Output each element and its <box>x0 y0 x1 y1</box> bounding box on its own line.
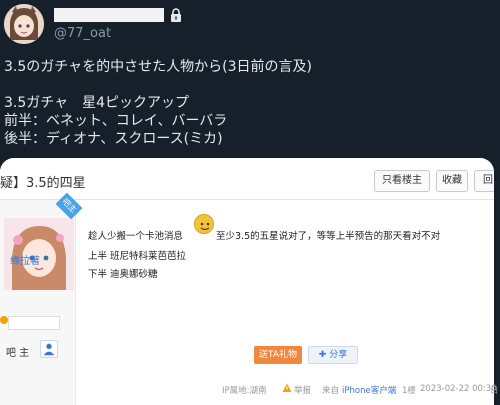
share-label: 分享 <box>329 350 348 360</box>
collect-button: 收藏 <box>436 170 468 192</box>
more-button: 回 <box>474 170 494 192</box>
thread-title: 疑】3.5的四星 <box>0 176 86 191</box>
emoji-icon <box>194 214 214 234</box>
post-text: 趁人少搬一个卡池消息 <box>88 231 184 242</box>
host-label: 吧 主 <box>6 348 30 359</box>
post-text: 上半 班尼特科莱芭芭拉 <box>88 251 187 262</box>
post-datetime: 2023-02-22 00:30 <box>420 384 497 394</box>
client-link: iPhone客户端 <box>342 384 396 396</box>
share-button: ✚ 分享 <box>308 346 358 364</box>
embedded-image[interactable]: 疑】3.5的四星 只看楼主 收藏 回 <box>0 158 494 405</box>
post-text: 下半 迪奥娜砂糖 <box>88 269 158 280</box>
user-handle[interactable]: @77_oat <box>54 26 111 41</box>
report-link: 举报 <box>294 386 312 396</box>
poster-username: 缘拉著 <box>10 256 40 267</box>
tweet-line: 後半：ディオナ、スクロース(ミカ) <box>4 131 223 147</box>
plus-icon: ✚ <box>318 350 330 360</box>
report-icon <box>282 383 292 392</box>
tweet-text: 3.5のガチャを的中させた人物から(3日前の言及) 3.5ガチャ 星4ピックアッ… <box>4 58 494 148</box>
ip-location: IP属地:湖南 <box>222 386 267 396</box>
display-name-redacted[interactable] <box>54 8 164 22</box>
post-text: 至少3.5的五星说对了，等等上半预告的那天看对不对 <box>216 231 441 242</box>
forum-topbar: 疑】3.5的四星 只看楼主 收藏 回 <box>0 158 494 200</box>
level-icon <box>0 316 8 324</box>
tweet-line: 3.5のガチャを的中させた人物から(3日前の言及) <box>4 59 312 75</box>
client-prefix: 来自 <box>322 386 340 396</box>
client-name: iPhone客户端 <box>342 386 397 396</box>
tweet-header: @77_oat <box>0 0 500 48</box>
avatar-illustration <box>4 4 44 44</box>
lock-icon <box>171 8 181 22</box>
tweet-line: 3.5ガチャ 星4ピックアップ <box>4 95 190 111</box>
floor-number: 1楼 <box>402 386 416 396</box>
tweet-line: 前半：ベネット、コレイ、バーバラ <box>4 113 228 129</box>
send-gift-button: 送TA礼物 <box>254 346 302 364</box>
avatar[interactable] <box>4 4 44 44</box>
meta-tail: 日 <box>490 386 499 396</box>
host-icon <box>40 340 58 358</box>
only-host-button: 只看楼主 <box>374 170 430 192</box>
poster-sidebar <box>0 200 76 405</box>
level-badge <box>8 316 60 330</box>
